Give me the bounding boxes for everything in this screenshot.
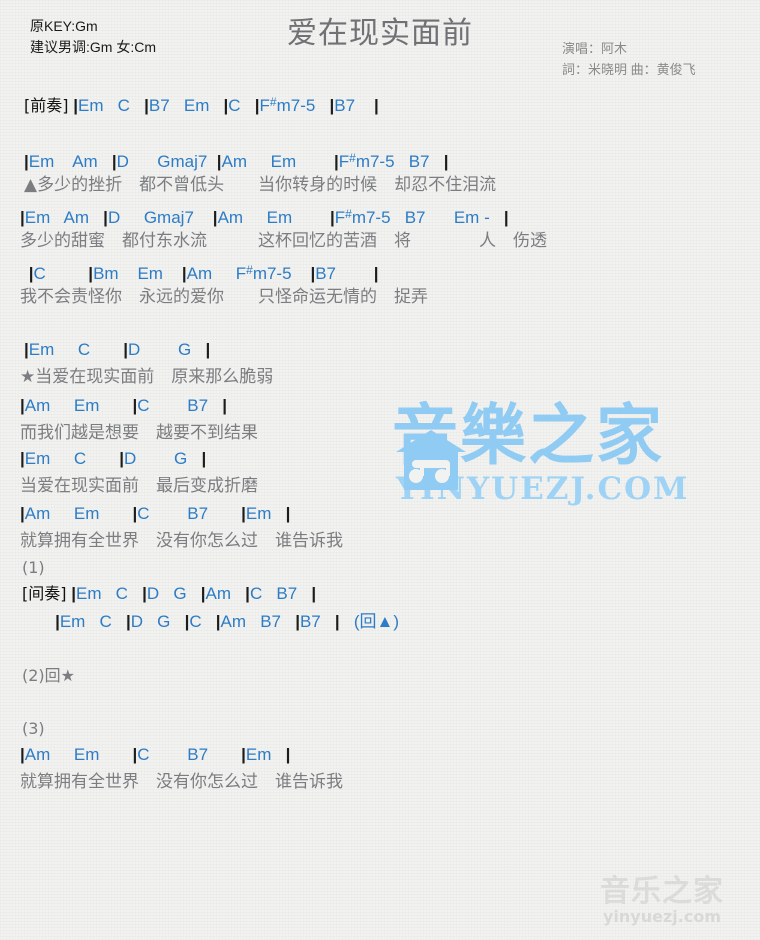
section-label: [前奏]	[24, 96, 69, 115]
bar-line: |	[132, 504, 138, 523]
bar-line: |	[132, 745, 138, 764]
bar-line: |	[245, 584, 250, 603]
bar-line: |	[103, 208, 108, 227]
bar-line: |	[20, 449, 25, 468]
bar-line: |	[142, 584, 147, 603]
bar-line: |	[215, 612, 221, 631]
bar-line: |	[295, 612, 300, 631]
bar-line: |	[111, 152, 117, 171]
bar-line: |	[20, 208, 25, 227]
bar-line: |	[503, 208, 509, 227]
marker-2: (2)回★	[22, 666, 76, 685]
bar-line: |	[311, 584, 317, 603]
v1-chord-1: |Em Am |D Gmaj7 |Am Em |F#m7-5 B7 |	[24, 151, 449, 171]
prelude-chords: [前奏] |Em C |B7 Em |C |F#m7-5 |B7 |	[24, 95, 379, 115]
bar-line: |	[181, 264, 187, 283]
v1-lyric-2: 多少的甜蜜 都付东水流 这杯回忆的苦酒 将 人 伤透	[20, 231, 547, 251]
bar-line: |	[443, 152, 449, 171]
bar-line: |	[373, 264, 379, 283]
sharp-sign: #	[246, 263, 253, 277]
sharp-sign: #	[345, 207, 352, 221]
bar-line: |	[373, 96, 379, 115]
bar-line: |	[132, 396, 138, 415]
bar-line: |	[88, 264, 94, 283]
bar-line: |	[205, 340, 211, 359]
interlude-chord-1: [间奏] |Em C |D G |Am |C B7 |	[22, 584, 317, 603]
bar-line: |	[20, 396, 25, 415]
writer-credit: 詞：米晓明 曲：黄俊飞	[562, 62, 696, 77]
ch1-lyric-1: ★当爱在现实面前 原来那么脆弱	[20, 367, 274, 387]
bar-line: |	[285, 504, 291, 523]
bar-line: |	[24, 340, 29, 359]
v3-lyric-1: 就算拥有全世界 没有你怎么过 谁告诉我	[20, 772, 343, 792]
bar-line: |	[144, 96, 149, 115]
bar-line: |	[333, 152, 339, 171]
ch1-chord-1: |Em C |D G |	[24, 340, 211, 359]
marker-3: (3)	[22, 719, 45, 738]
ch1-chord-4: |Am Em |C B7 |Em |	[20, 504, 291, 523]
v1-chord-3: |C |Bm Em |Am F#m7-5 |B7 |	[28, 263, 379, 283]
bar-line: |	[24, 152, 29, 171]
section-label: [间奏]	[22, 584, 67, 603]
ch1-chord-3: |Em C |D G |	[20, 449, 207, 468]
bar-line: |	[212, 208, 218, 227]
bar-line: |	[241, 745, 246, 764]
credits: 演唱：阿木 詞：米晓明 曲：黄俊飞	[562, 38, 696, 80]
bar-line: |	[20, 504, 25, 523]
bar-line: |	[285, 745, 291, 764]
bar-line: |	[123, 340, 128, 359]
bar-line: |	[241, 504, 246, 523]
marker-1: (1)	[22, 558, 45, 577]
bar-line: |	[329, 208, 335, 227]
v3-chord-1: |Am Em |C B7 |Em |	[20, 745, 291, 764]
sharp-sign: #	[269, 95, 277, 109]
bar-line: |	[28, 264, 34, 283]
bar-line: |	[71, 584, 76, 603]
ch1-chord-2: |Am Em |C B7 |	[20, 396, 228, 415]
bar-line: |	[201, 449, 207, 468]
bar-line: |	[329, 96, 335, 115]
v1-lyric-3: 我不会责怪你 永远的爱你 只怪命运无情的 捉弄	[20, 287, 428, 307]
bar-line: |	[125, 612, 131, 631]
bar-line: |	[223, 96, 229, 115]
bar-line: |	[73, 96, 78, 115]
v1-lyric-1: ▲多少的挫折 都不曾低头 当你转身的时候 却忍不住泪流	[24, 175, 497, 195]
v1-chord-2: |Em Am |D Gmaj7 |Am Em |F#m7-5 B7 Em - |	[20, 207, 509, 227]
ch1-lyric-4: 就算拥有全世界 没有你怎么过 谁告诉我	[20, 531, 343, 551]
bar-line: |	[254, 96, 260, 115]
sharp-sign: #	[349, 151, 356, 165]
chord-sheet: 原KEY:Gm 建议男调:Gm 女:Cm 爱在现实面前 演唱：阿木 詞：米晓明 …	[0, 0, 760, 940]
bar-line: |	[222, 396, 228, 415]
bar-line: |	[184, 612, 190, 631]
bar-line: |	[334, 612, 340, 631]
bar-line: |	[216, 152, 222, 171]
bar-line: |	[200, 584, 206, 603]
interlude-chord-2: |Em C |D G |C |Am B7 |B7 | (回▲)	[55, 612, 400, 631]
bar-line: |	[20, 745, 25, 764]
bar-line: |	[310, 264, 316, 283]
ch1-lyric-3: 当爱在现实面前 最后变成折磨	[20, 476, 258, 496]
singer-credit: 演唱：阿木	[562, 41, 628, 56]
ch1-lyric-2: 而我们越是想要 越要不到结果	[20, 423, 258, 443]
bar-line: |	[55, 612, 60, 631]
bar-line: |	[119, 449, 124, 468]
